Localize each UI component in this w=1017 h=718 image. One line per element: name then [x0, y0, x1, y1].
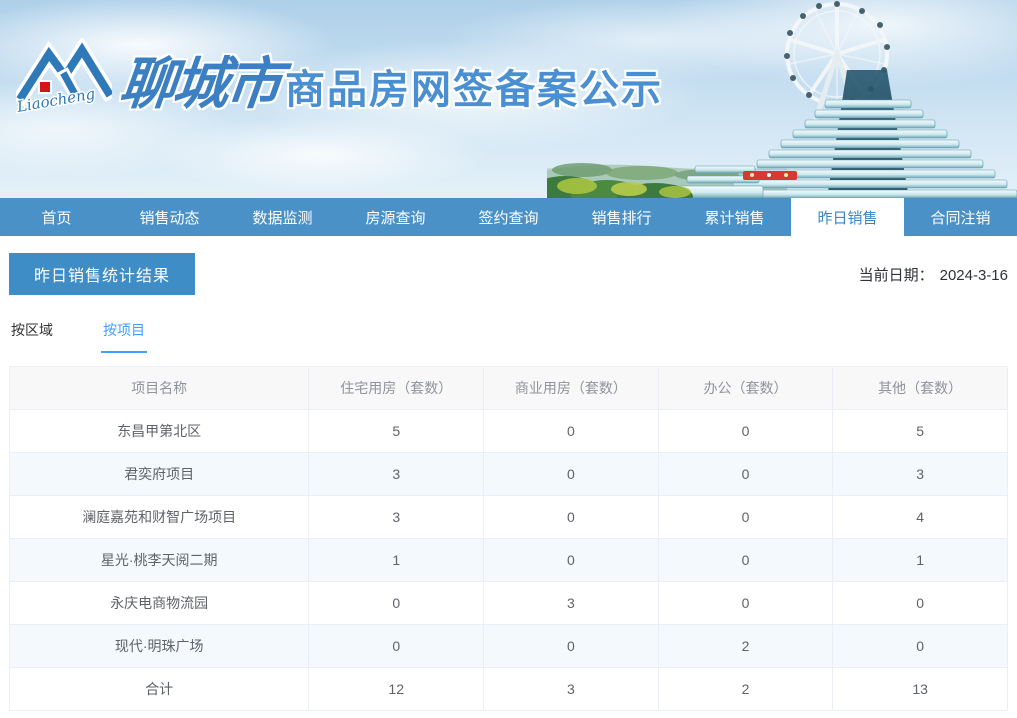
nav-item-sales-ranking[interactable]: 销售排行 — [565, 198, 678, 236]
table-cell: 0 — [308, 581, 485, 625]
column-header: 其他（套数） — [832, 366, 1008, 410]
table-cell: 0 — [657, 581, 834, 625]
column-header: 商业用房（套数） — [483, 366, 659, 410]
sales-table: 项目名称 住宅用房（套数） 商业用房（套数） 办公（套数） 其他（套数） 东昌甲第北区 5… — [8, 366, 1008, 711]
table-cell: 13 — [832, 667, 1008, 711]
liaocheng-logo-icon: Liaocheng — [16, 38, 112, 118]
table-cell: 合计 — [8, 667, 310, 711]
table-cell: 1 — [308, 538, 485, 582]
current-date-label: 当前日期： — [858, 266, 934, 284]
nav-item-data-monitoring[interactable]: 数据监测 — [226, 198, 339, 236]
table-header-row: 项目名称 住宅用房（套数） 商业用房（套数） 办公（套数） 其他（套数） — [8, 366, 1008, 410]
table-cell: 0 — [657, 452, 834, 496]
table-cell: 3 — [483, 581, 659, 625]
current-date: 当前日期： 2024-3-16 — [859, 264, 1008, 285]
brand-block: Liaocheng 聊城市 商品房网签备案公示 — [16, 38, 663, 120]
table-cell: 星光·桃李天阅二期 — [8, 538, 310, 582]
table-cell: 2 — [657, 624, 834, 668]
table-cell: 0 — [657, 538, 834, 582]
table-cell: 0 — [483, 452, 659, 496]
table-cell: 2 — [657, 667, 834, 711]
column-header: 办公（套数） — [657, 366, 834, 410]
nav-item-home[interactable]: 首页 — [0, 198, 113, 236]
column-header: 住宅用房（套数） — [308, 366, 485, 410]
table-cell: 现代·明珠广场 — [8, 624, 310, 668]
table-row: 合计 12 3 2 13 — [8, 667, 1008, 711]
table-cell: 0 — [657, 495, 834, 539]
table-row: 东昌甲第北区 5 0 0 5 — [8, 409, 1008, 453]
column-header: 项目名称 — [8, 366, 310, 410]
tab-by-project[interactable]: 按项目 — [101, 320, 147, 353]
nav-item-contract-cancellation[interactable]: 合同注销 — [904, 198, 1017, 236]
table-cell: 4 — [832, 495, 1008, 539]
nav-item-listing-query[interactable]: 房源查询 — [339, 198, 452, 236]
table-cell: 3 — [483, 667, 659, 711]
table-cell: 3 — [308, 495, 485, 539]
table-cell: 3 — [832, 452, 1008, 496]
table-row: 星光·桃李天阅二期 1 0 0 1 — [8, 538, 1008, 582]
table-cell: 0 — [657, 409, 834, 453]
table-row: 现代·明珠广场 0 0 2 0 — [8, 624, 1008, 668]
nav-item-signing-query[interactable]: 签约查询 — [452, 198, 565, 236]
table-row: 君奕府项目 3 0 0 3 — [8, 452, 1008, 496]
nav-item-yesterday-sales[interactable]: 昨日销售 — [791, 198, 904, 236]
table-row: 永庆电商物流园 0 3 0 0 — [8, 581, 1008, 625]
table-cell: 0 — [483, 409, 659, 453]
table-row: 澜庭嘉苑和财智广场项目 3 0 0 4 — [8, 495, 1008, 539]
table-cell: 5 — [832, 409, 1008, 453]
main-nav: 首页 销售动态 数据监测 房源查询 签约查询 销售排行 累计销售 昨日销售 合同注销 — [0, 198, 1017, 236]
site-title: 商品房网签备案公示 — [285, 68, 663, 112]
nav-item-sales-dynamics[interactable]: 销售动态 — [113, 198, 226, 236]
table-cell: 5 — [308, 409, 485, 453]
table-cell: 12 — [308, 667, 485, 711]
current-date-value: 2024-3-16 — [939, 266, 1008, 284]
table-cell: 0 — [832, 624, 1008, 668]
table-cell: 0 — [483, 495, 659, 539]
table-cell: 东昌甲第北区 — [8, 409, 310, 453]
page-content: 昨日销售统计结果 当前日期： 2024-3-16 按区域 按项目 项目名称 住宅用房（… — [0, 253, 1017, 711]
table-cell: 0 — [483, 538, 659, 582]
nav-item-cumulative-sales[interactable]: 累计销售 — [678, 198, 791, 236]
table-cell: 0 — [483, 624, 659, 668]
city-name-calligraphy: 聊城市 — [116, 51, 283, 117]
table-cell: 0 — [308, 624, 485, 668]
section-title-badge: 昨日销售统计结果 — [9, 253, 196, 295]
table-cell: 澜庭嘉苑和财智广场项目 — [8, 495, 310, 539]
table-cell: 0 — [832, 581, 1008, 625]
table-cell: 君奕府项目 — [8, 452, 310, 496]
view-tabs: 按区域 按项目 — [9, 320, 1008, 353]
tab-by-region[interactable]: 按区域 — [9, 320, 55, 353]
table-body: 东昌甲第北区 5 0 0 5 君奕府项目 3 0 0 3 澜庭嘉苑和财智广场项目 3 0 0 4 星光·桃李天… — [8, 409, 1008, 711]
table-cell: 永庆电商物流园 — [8, 581, 310, 625]
table-cell: 3 — [308, 452, 485, 496]
site-banner: Liaocheng 聊城市 商品房网签备案公示 — [0, 0, 1017, 198]
table-cell: 1 — [832, 538, 1008, 582]
